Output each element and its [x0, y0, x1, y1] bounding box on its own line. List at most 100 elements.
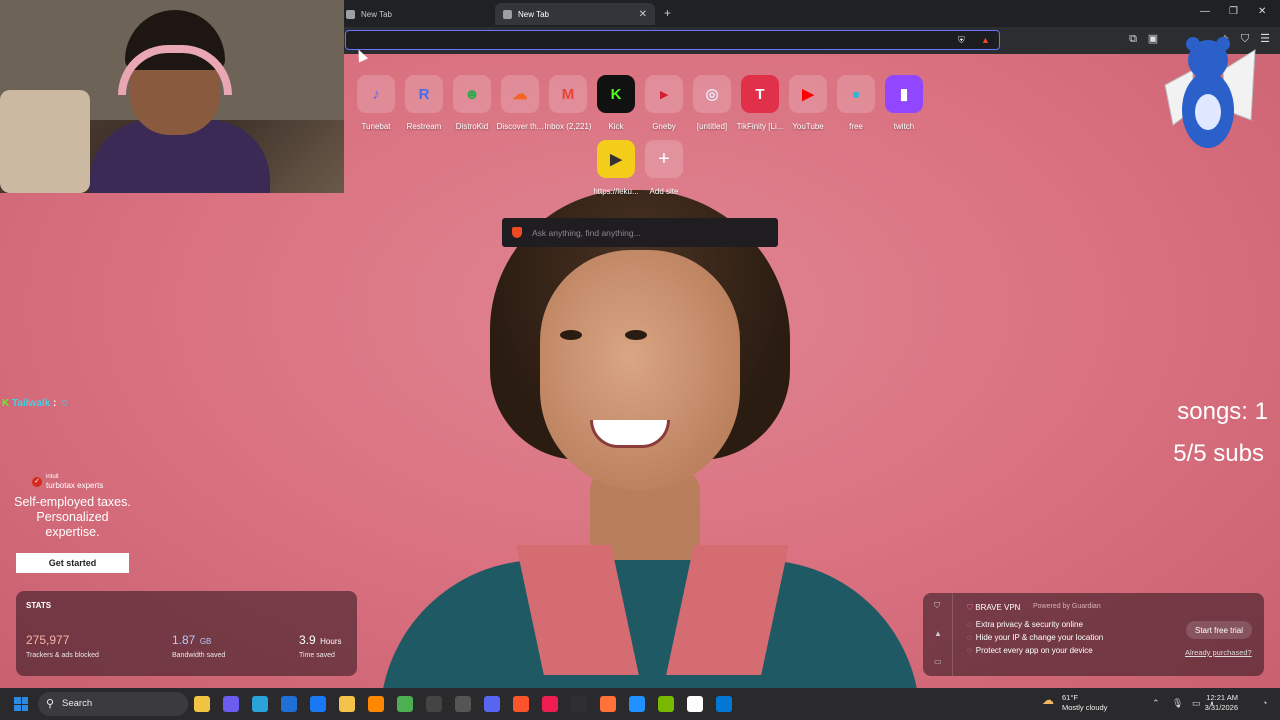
shortcut-free[interactable]: ● free [832, 75, 880, 131]
taskbar-store-icon[interactable] [716, 696, 732, 712]
brave-shields-icon[interactable]: ⛨ [958, 35, 965, 46]
chat-message: K Tailwalk : ☺ [2, 398, 70, 409]
taskbar-notepad-icon[interactable] [687, 696, 703, 712]
notification-bell-icon[interactable]: ◔ [1262, 698, 1267, 708]
check-icon: ◌ [967, 620, 972, 629]
weather-icon: ☁ [1042, 693, 1054, 707]
shortcut-label: Discover th... [496, 122, 544, 131]
taskbar-tiktok-icon[interactable] [542, 696, 558, 712]
shortcut-label: [untitled] [696, 122, 728, 131]
new-tab-plus-icon[interactable]: + [664, 6, 671, 20]
sidebar-icon[interactable]: ▣ [1147, 33, 1159, 45]
close-tab-icon[interactable]: ✕ [639, 9, 647, 20]
shortcut-label: YouTube [792, 122, 824, 131]
shortcut-gneby[interactable]: ▸ Gneby [640, 75, 688, 131]
shortcut-label: DistroKid [455, 122, 489, 131]
taskbar-photos-icon[interactable] [629, 696, 645, 712]
shortcut-leku[interactable]: ▶ https://leku... [592, 140, 640, 196]
taskbar-search[interactable]: ⚲ Search [38, 692, 188, 716]
microphone-icon[interactable]: 🎙︎ [1172, 698, 1183, 709]
shortcut-label: Restream [406, 122, 442, 131]
turbotax-check-icon: ✓ [32, 477, 42, 487]
search-placeholder: Ask anything, find anything... [532, 227, 641, 238]
shortcut-label: Add site [649, 187, 679, 196]
taskbar-minecraft-icon[interactable] [397, 696, 413, 712]
tab-new-tab-1[interactable]: New Tab [338, 3, 488, 25]
clock-time: 12:21 AM [1206, 693, 1238, 702]
emoji-icon: ☺ [59, 398, 70, 409]
songs-counter: songs: 1 [1177, 398, 1268, 425]
shortcut-distrokid[interactable]: ☻ DistroKid [448, 75, 496, 131]
add-site-button[interactable]: + Add site [640, 140, 688, 196]
network-icon[interactable]: ▭ [1192, 698, 1201, 709]
stat-trackers-blocked: 275,977 Trackers & ads blocked [26, 631, 99, 659]
minimize-icon[interactable]: — [1200, 6, 1210, 17]
subs-counter: 5/5 subs [1173, 440, 1264, 467]
taskbar-copilot-icon[interactable] [223, 696, 239, 712]
vpn-shield-icon[interactable]: ⛉ [934, 601, 940, 611]
close-window-icon[interactable]: ✕ [1258, 6, 1266, 17]
vpn-feature: ◌ Extra privacy & security online [967, 620, 1083, 629]
taskbar-facebook-icon[interactable] [310, 696, 326, 712]
brave-rewards-icon[interactable]: ▲ [981, 35, 990, 45]
restream-icon: R [405, 75, 443, 113]
taskbar-4k-icon[interactable] [426, 696, 442, 712]
check-icon: ◌ [967, 646, 972, 655]
taskbar-vlc-icon[interactable] [368, 696, 384, 712]
shortcut-twitch[interactable]: ▮ twitch [880, 75, 928, 131]
address-bar[interactable]: ⛨ ▲ [345, 30, 1000, 50]
menu-icon[interactable]: ☰ [1259, 33, 1271, 45]
background-photo-eye [560, 330, 582, 340]
gneby-icon: ▸ [645, 75, 683, 113]
tab-new-tab-2[interactable]: New Tab ✕ [495, 3, 655, 25]
shortcut-untitled[interactable]: ◎ [untitled] [688, 75, 736, 131]
talk-icon[interactable]: ▭ [934, 657, 942, 666]
vpn-feature: ◌ Hide your IP & change your location [967, 633, 1104, 642]
already-purchased-link[interactable]: Already purchased? [1185, 648, 1252, 657]
search-box[interactable]: Ask anything, find anything... [502, 218, 778, 247]
start-free-trial-button[interactable]: Start free trial [1186, 621, 1252, 639]
bear-mascot-overlay [1164, 37, 1256, 148]
rewards-triangle-icon[interactable]: ▲ [934, 629, 942, 638]
widget-sidebar: ⛉ ▲ ▭ [923, 593, 953, 676]
windows-start-icon[interactable] [14, 697, 28, 711]
webcam-couch [0, 90, 90, 193]
clock[interactable]: 12:21 AM 3/31/2026 [1205, 693, 1238, 713]
taskbar-firefox-icon[interactable] [600, 696, 616, 712]
taskbar-nvidia-icon[interactable] [658, 696, 674, 712]
tab-title: New Tab [361, 9, 392, 19]
tab-favicon-icon [503, 9, 512, 19]
background-photo-face [540, 250, 740, 490]
get-started-button[interactable]: Get started [16, 553, 129, 573]
show-hidden-icons-icon[interactable]: ⌃ [1152, 698, 1160, 709]
taskbar-discord-icon[interactable] [484, 696, 500, 712]
shortcut-soundcloud[interactable]: ☁ Discover th... [496, 75, 544, 131]
tunebat-icon: ♪ [357, 75, 395, 113]
shortcut-tikfinity[interactable]: T TikFinity [Li... [736, 75, 784, 131]
untitled-icon: ◎ [693, 75, 731, 113]
taskbar-obs-icon[interactable] [571, 696, 587, 712]
free-icon: ● [837, 75, 875, 113]
search-icon: ⚲ [46, 698, 55, 710]
soundcloud-icon: ☁ [501, 75, 539, 113]
shortcut-kick[interactable]: K Kick [592, 75, 640, 131]
stat-label: Bandwidth saved [172, 652, 226, 659]
chat-username: Tailwalk [12, 398, 51, 409]
taskbar-outlook-icon[interactable] [281, 696, 297, 712]
vpn-logo-icon: ⛉ [967, 603, 973, 612]
taskbar-edge-icon[interactable] [252, 696, 268, 712]
ad-headline: Self-employed taxes. Personalized expert… [14, 495, 131, 539]
taskbar-brave-icon[interactable] [513, 696, 529, 712]
extensions-icon[interactable]: ⧉ [1127, 33, 1139, 45]
tikfinity-icon: T [741, 75, 779, 113]
taskbar-folder-icon[interactable] [339, 696, 355, 712]
taskbar-equalizer-icon[interactable] [455, 696, 471, 712]
shortcut-restream[interactable]: R Restream [400, 75, 448, 131]
shortcut-gmail[interactable]: M Inbox (2,221) [544, 75, 592, 131]
shortcut-label: TikFinity [Li... [736, 122, 784, 131]
weather-widget[interactable]: ☁ 61°F Mostly cloudy [1042, 693, 1107, 713]
taskbar-file-explorer-icon[interactable] [194, 696, 210, 712]
shortcut-youtube[interactable]: ▶ YouTube [784, 75, 832, 131]
shortcut-tunebat[interactable]: ♪ Tunebat [352, 75, 400, 131]
maximize-icon[interactable]: ❐ [1229, 6, 1238, 17]
